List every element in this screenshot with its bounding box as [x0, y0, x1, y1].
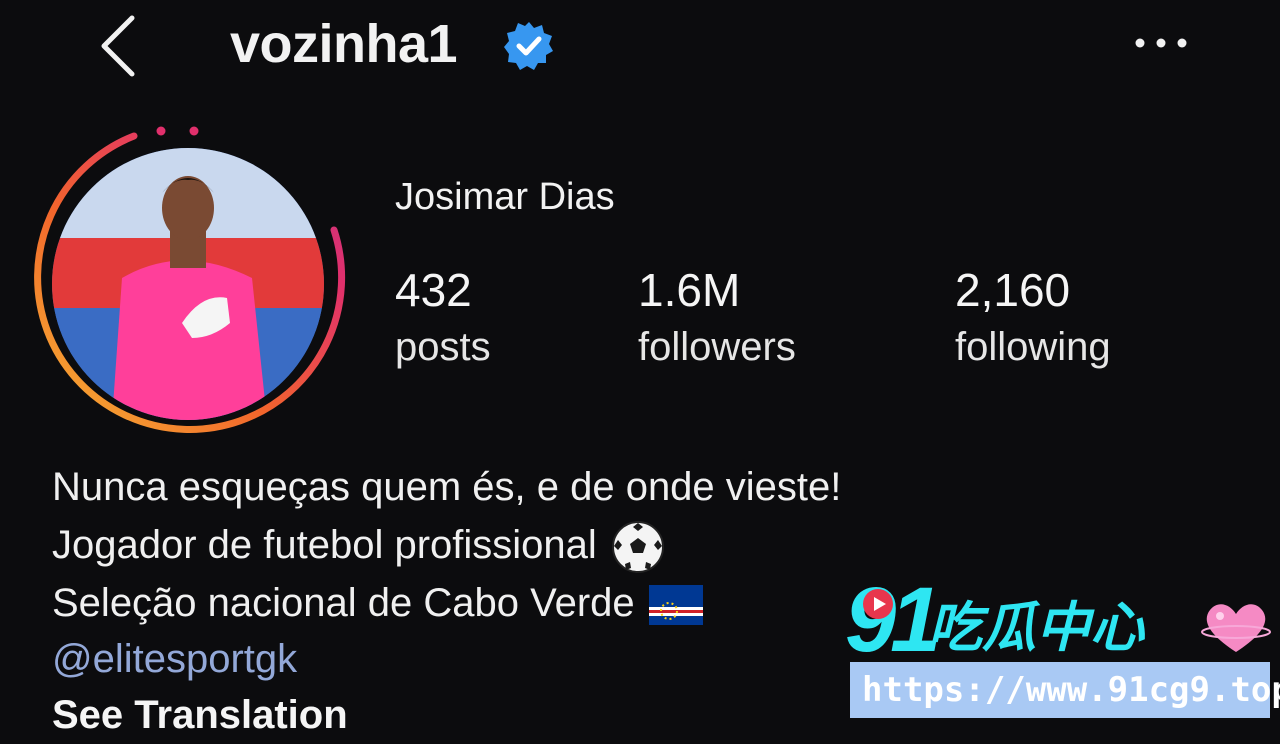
profile-username: vozinha1 [230, 14, 458, 74]
verified-badge-icon [504, 22, 553, 70]
bio-line-3-text: Seleção nacional de Cabo Verde [52, 581, 635, 625]
watermark-chinese: 吃瓜中心 [928, 598, 1144, 658]
heart-icon [1201, 604, 1271, 652]
posts-label: posts [395, 325, 491, 369]
cape-verde-flag-icon [648, 585, 703, 626]
followers-stat[interactable]: 1.6M followers [638, 262, 796, 376]
profile-avatar[interactable] [52, 148, 324, 420]
following-count: 2,160 [955, 264, 1071, 316]
watermark-number: 91 [845, 569, 941, 671]
followers-count: 1.6M [638, 264, 741, 316]
posts-count: 432 [395, 264, 472, 316]
followers-label: followers [638, 325, 796, 369]
bio-line-1: Nunca esqueças quem és, e de onde vieste… [52, 465, 842, 509]
posts-stat[interactable]: 432 posts [395, 262, 491, 376]
back-chevron-icon[interactable] [96, 10, 146, 82]
soccer-ball-icon [611, 521, 664, 574]
bio-link[interactable]: @elitesportgk [52, 630, 297, 688]
following-label: following [955, 325, 1111, 369]
bio-line-3: Seleção nacional de Cabo Verde [52, 574, 703, 632]
avatar-photo [52, 148, 324, 420]
see-translation-link[interactable]: See Translation [52, 686, 348, 744]
play-icon [863, 589, 893, 619]
display-name: Josimar Dias [395, 176, 615, 218]
watermark-url: https://www.91cg9.top [862, 670, 1280, 710]
bio-line-2-text: Jogador de futebol profissional [52, 523, 597, 567]
more-options-icon[interactable] [1128, 24, 1194, 62]
following-stat[interactable]: 2,160 following [955, 262, 1111, 376]
bio-line-2: Jogador de futebol profissional [52, 516, 665, 574]
